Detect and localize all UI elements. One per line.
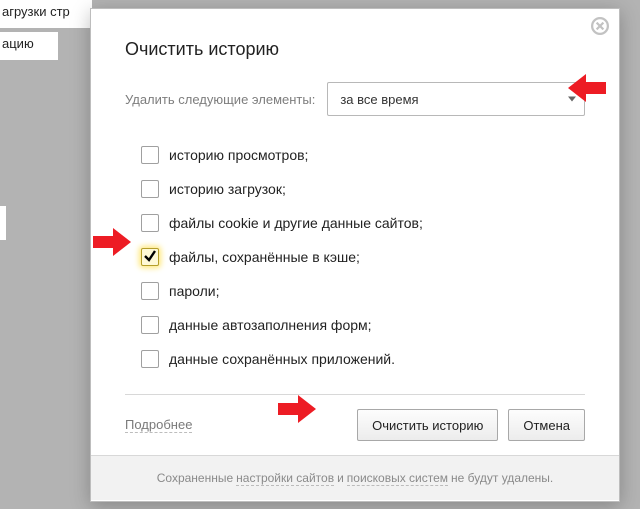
clear-items-list: историю просмотров; историю загрузок; фа… <box>125 144 585 370</box>
background-text: ацию <box>0 32 58 60</box>
list-item: данные автозаполнения форм; <box>141 314 585 336</box>
checkbox-passwords[interactable] <box>141 282 159 300</box>
list-item: пароли; <box>141 280 585 302</box>
footer-text: и <box>337 471 344 485</box>
list-item: историю загрузок; <box>141 178 585 200</box>
checkbox-label: файлы cookie и другие данные сайтов; <box>169 215 423 231</box>
cancel-button[interactable]: Отмена <box>508 409 585 441</box>
list-item: данные сохранённых приложений. <box>141 348 585 370</box>
checkbox-label: файлы, сохранённые в кэше; <box>169 249 360 265</box>
dialog-title: Очистить историю <box>125 39 585 60</box>
checkbox-apps-data[interactable] <box>141 350 159 368</box>
footer-text: Сохраненные <box>157 471 233 485</box>
site-settings-link[interactable]: настройки сайтов <box>236 471 334 486</box>
list-item: файлы cookie и другие данные сайтов; <box>141 212 585 234</box>
checkbox-cookies[interactable] <box>141 214 159 232</box>
list-item: историю просмотров; <box>141 144 585 166</box>
checkbox-label: пароли; <box>169 283 220 299</box>
time-range-label: Удалить следующие элементы: <box>125 92 315 107</box>
checkbox-label: данные сохранённых приложений. <box>169 351 395 367</box>
list-item: файлы, сохранённые в кэше; <box>141 246 585 268</box>
background-text: агрузки стр <box>0 0 92 28</box>
background-block <box>0 206 6 240</box>
time-range-select[interactable]: за все время <box>327 82 585 116</box>
dialog-footer: Сохраненные настройки сайтов и поисковых… <box>91 455 619 500</box>
clear-history-button[interactable]: Очистить историю <box>357 409 498 441</box>
clear-history-dialog: Очистить историю Удалить следующие элеме… <box>90 8 620 502</box>
footer-text: не будут удалены. <box>451 471 553 485</box>
chevron-down-icon <box>568 97 576 102</box>
checkbox-download-history[interactable] <box>141 180 159 198</box>
close-icon[interactable] <box>591 17 609 35</box>
checkbox-browsing-history[interactable] <box>141 146 159 164</box>
time-range-value: за все время <box>340 92 418 107</box>
checkbox-label: историю загрузок; <box>169 181 286 197</box>
checkbox-cache[interactable] <box>141 248 159 266</box>
divider <box>125 394 585 395</box>
checkbox-autofill[interactable] <box>141 316 159 334</box>
checkbox-label: историю просмотров; <box>169 147 308 163</box>
checkbox-label: данные автозаполнения форм; <box>169 317 372 333</box>
more-link[interactable]: Подробнее <box>125 417 192 433</box>
search-systems-link[interactable]: поисковых систем <box>347 471 448 486</box>
